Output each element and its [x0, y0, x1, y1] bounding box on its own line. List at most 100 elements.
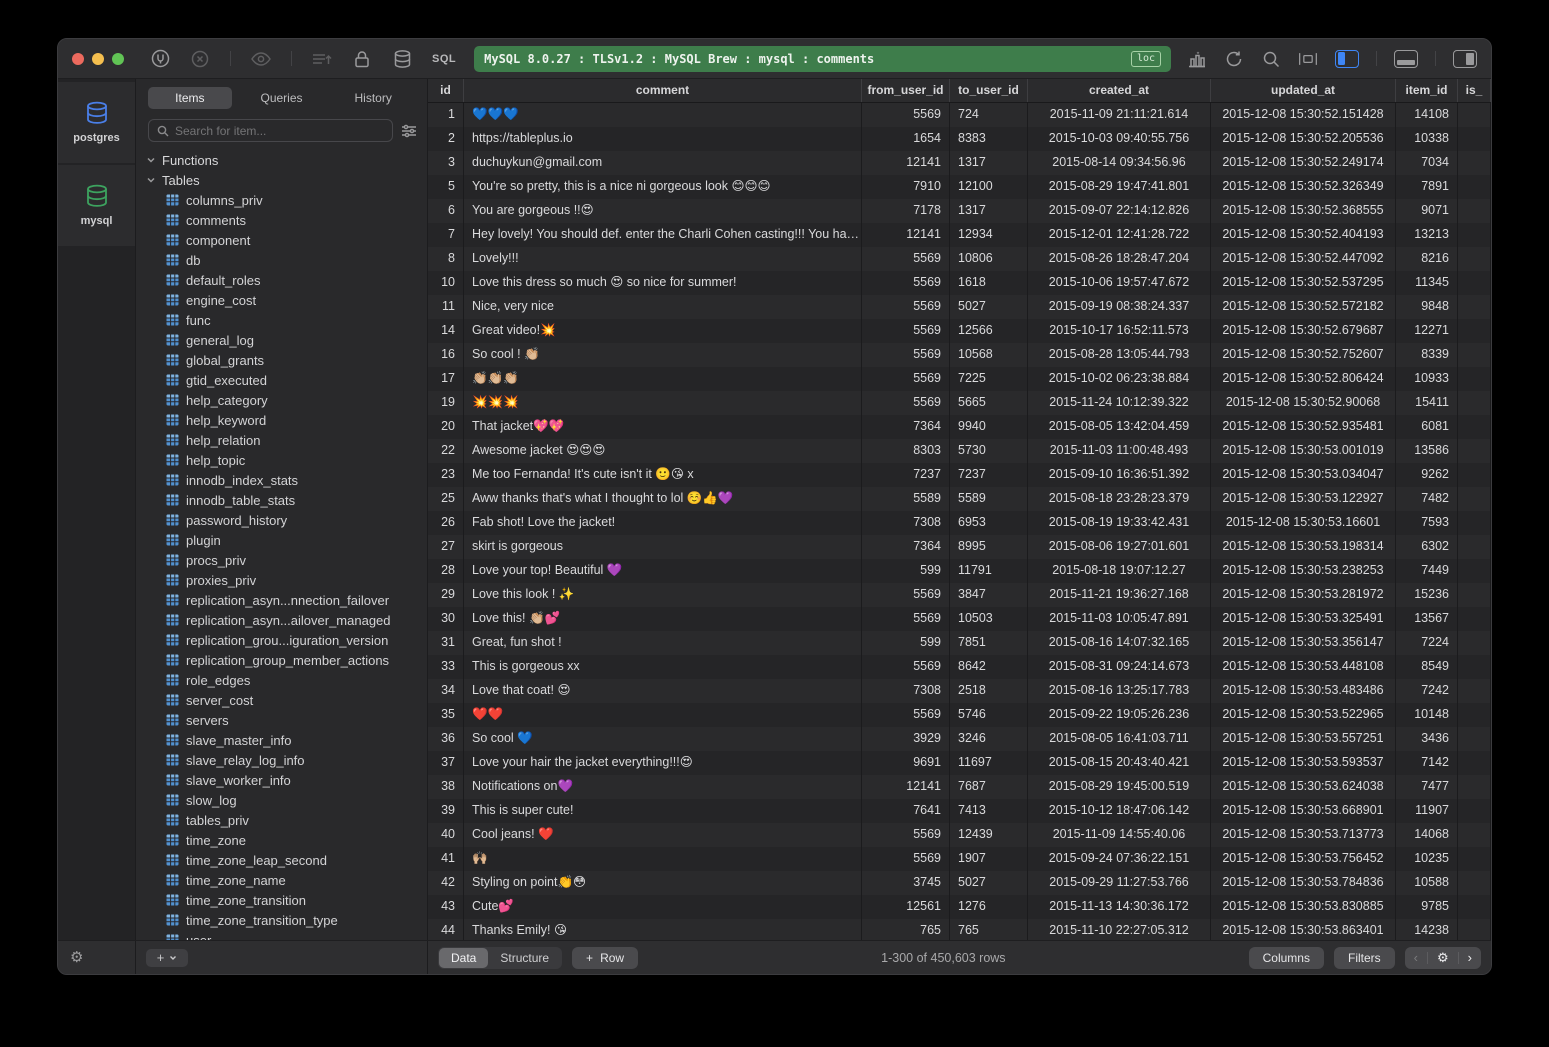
cell-item_id[interactable]: 13586	[1396, 439, 1458, 463]
cell-from_user_id[interactable]: 12561	[862, 895, 950, 919]
cell-to_user_id[interactable]: 6953	[950, 511, 1028, 535]
cell-from_user_id[interactable]: 5569	[862, 247, 950, 271]
cell-from_user_id[interactable]: 5569	[862, 391, 950, 415]
cell-to_user_id[interactable]: 5730	[950, 439, 1028, 463]
plug-icon[interactable]	[150, 49, 170, 69]
table-row[interactable]: 16So cool ! 👏🏼5569105682015-08-28 13:05:…	[428, 343, 1491, 367]
cell-from_user_id[interactable]: 12141	[862, 223, 950, 247]
cell-to_user_id[interactable]: 10568	[950, 343, 1028, 367]
cell-to_user_id[interactable]: 5665	[950, 391, 1028, 415]
sidebar-table-servers[interactable]: servers	[136, 710, 427, 730]
cell-comment[interactable]: ❤️❤️	[464, 703, 862, 727]
cell-from_user_id[interactable]: 599	[862, 559, 950, 583]
cell-updated_at[interactable]: 2015-12-08 15:30:53.756452	[1211, 847, 1396, 871]
cell-updated_at[interactable]: 2015-12-08 15:30:52.249174	[1211, 151, 1396, 175]
cell-id[interactable]: 6	[428, 199, 464, 223]
filters-button[interactable]: Filters	[1334, 947, 1395, 969]
cell-is_[interactable]	[1458, 463, 1491, 487]
cell-id[interactable]: 2	[428, 127, 464, 151]
cell-is_[interactable]	[1458, 103, 1491, 127]
cell-id[interactable]: 3	[428, 151, 464, 175]
table-row[interactable]: 7Hey lovely! You should def. enter the C…	[428, 223, 1491, 247]
cell-created_at[interactable]: 2015-08-18 19:07:12.27	[1028, 559, 1211, 583]
cell-from_user_id[interactable]: 7641	[862, 799, 950, 823]
cell-updated_at[interactable]: 2015-12-08 15:30:52.806424	[1211, 367, 1396, 391]
cell-comment[interactable]: So cool ! 👏🏼	[464, 343, 862, 367]
cell-from_user_id[interactable]: 5569	[862, 319, 950, 343]
cell-comment[interactable]: Fab shot! Love the jacket!	[464, 511, 862, 535]
cell-comment[interactable]: Notifications on💜	[464, 775, 862, 799]
sidebar-table-help_topic[interactable]: help_topic	[136, 450, 427, 470]
cell-created_at[interactable]: 2015-08-05 13:42:04.459	[1028, 415, 1211, 439]
cell-updated_at[interactable]: 2015-12-08 15:30:52.679687	[1211, 319, 1396, 343]
cell-id[interactable]: 30	[428, 607, 464, 631]
cell-is_[interactable]	[1458, 751, 1491, 775]
cell-comment[interactable]: Love this! 👏🏼💕	[464, 607, 862, 631]
cell-comment[interactable]: This is super cute!	[464, 799, 862, 823]
cell-from_user_id[interactable]: 7364	[862, 535, 950, 559]
cell-item_id[interactable]: 11907	[1396, 799, 1458, 823]
cell-created_at[interactable]: 2015-08-16 14:07:32.165	[1028, 631, 1211, 655]
table-row[interactable]: 40Cool jeans! ❤️5569124392015-11-09 14:5…	[428, 823, 1491, 847]
cell-updated_at[interactable]: 2015-12-08 15:30:53.448108	[1211, 655, 1396, 679]
cell-is_[interactable]	[1458, 415, 1491, 439]
table-row[interactable]: 31Great, fun shot !59978512015-08-16 14:…	[428, 631, 1491, 655]
sidebar-table-global_grants[interactable]: global_grants	[136, 350, 427, 370]
cell-from_user_id[interactable]: 5569	[862, 103, 950, 127]
cell-updated_at[interactable]: 2015-12-08 15:30:52.752607	[1211, 343, 1396, 367]
cell-is_[interactable]	[1458, 799, 1491, 823]
cell-item_id[interactable]: 9785	[1396, 895, 1458, 919]
tab-queries[interactable]: Queries	[240, 87, 324, 109]
cell-is_[interactable]	[1458, 583, 1491, 607]
cell-to_user_id[interactable]: 5027	[950, 871, 1028, 895]
cell-to_user_id[interactable]: 1317	[950, 199, 1028, 223]
cell-from_user_id[interactable]: 5569	[862, 343, 950, 367]
table-row[interactable]: 33This is gorgeous xx556986422015-08-31 …	[428, 655, 1491, 679]
cell-to_user_id[interactable]: 8383	[950, 127, 1028, 151]
cell-created_at[interactable]: 2015-09-29 11:27:53.766	[1028, 871, 1211, 895]
cell-id[interactable]: 16	[428, 343, 464, 367]
next-page-icon[interactable]: ›	[1459, 947, 1481, 969]
cell-id[interactable]: 41	[428, 847, 464, 871]
sidebar-table-password_history[interactable]: password_history	[136, 510, 427, 530]
cell-item_id[interactable]: 9848	[1396, 295, 1458, 319]
table-row[interactable]: 41🙌🏼556919072015-09-24 07:36:22.1512015-…	[428, 847, 1491, 871]
cell-item_id[interactable]: 10148	[1396, 703, 1458, 727]
sidebar-table-engine_cost[interactable]: engine_cost	[136, 290, 427, 310]
cell-created_at[interactable]: 2015-10-03 09:40:55.756	[1028, 127, 1211, 151]
cell-updated_at[interactable]: 2015-12-08 15:30:53.325491	[1211, 607, 1396, 631]
cell-from_user_id[interactable]: 5569	[862, 655, 950, 679]
cell-comment[interactable]: 👏🏼👏🏼👏🏼	[464, 367, 862, 391]
cell-item_id[interactable]: 7142	[1396, 751, 1458, 775]
eye-icon[interactable]	[251, 49, 271, 69]
search-input[interactable]	[175, 124, 384, 138]
sidebar-table-innodb_index_stats[interactable]: innodb_index_stats	[136, 470, 427, 490]
sidebar-table-replication_grou...iguration_version[interactable]: replication_grou...iguration_version	[136, 630, 427, 650]
cell-updated_at[interactable]: 2015-12-08 15:30:53.281972	[1211, 583, 1396, 607]
cell-to_user_id[interactable]: 8642	[950, 655, 1028, 679]
table-row[interactable]: 1💙💙💙55697242015-11-09 21:11:21.6142015-1…	[428, 103, 1491, 127]
tab-history[interactable]: History	[331, 87, 415, 109]
cell-created_at[interactable]: 2015-11-21 19:36:27.168	[1028, 583, 1211, 607]
tab-items[interactable]: Items	[148, 87, 232, 109]
cell-item_id[interactable]: 7482	[1396, 487, 1458, 511]
cell-id[interactable]: 37	[428, 751, 464, 775]
gear-icon[interactable]: ⚙	[1428, 947, 1458, 969]
cell-id[interactable]: 10	[428, 271, 464, 295]
cell-id[interactable]: 27	[428, 535, 464, 559]
columns-button[interactable]: Columns	[1249, 947, 1324, 969]
cell-from_user_id[interactable]: 7910	[862, 175, 950, 199]
sidebar-table-user[interactable]: user	[136, 930, 427, 940]
cell-to_user_id[interactable]: 12934	[950, 223, 1028, 247]
close-button[interactable]	[72, 53, 84, 65]
cell-from_user_id[interactable]: 5569	[862, 583, 950, 607]
cell-item_id[interactable]: 7034	[1396, 151, 1458, 175]
cell-created_at[interactable]: 2015-08-29 19:45:00.519	[1028, 775, 1211, 799]
cell-updated_at[interactable]: 2015-12-08 15:30:53.522965	[1211, 703, 1396, 727]
cell-is_[interactable]	[1458, 343, 1491, 367]
cell-created_at[interactable]: 2015-10-12 18:47:06.142	[1028, 799, 1211, 823]
table-row[interactable]: 8Lovely!!!5569108062015-08-26 18:28:47.2…	[428, 247, 1491, 271]
sidebar-table-db[interactable]: db	[136, 250, 427, 270]
sidebar-table-default_roles[interactable]: default_roles	[136, 270, 427, 290]
column-header-comment[interactable]: comment	[464, 79, 862, 102]
